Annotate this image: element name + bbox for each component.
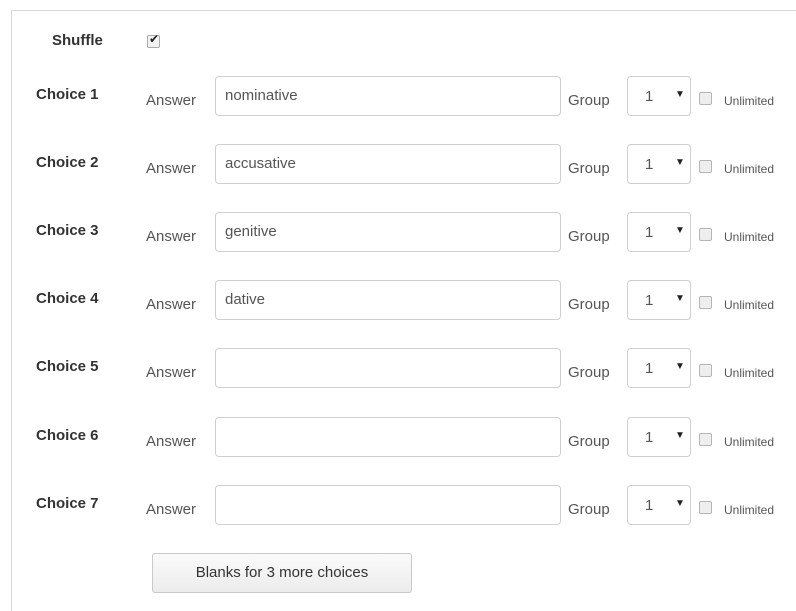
group-value: 1 — [645, 292, 654, 309]
answer-label: Answer — [146, 433, 197, 450]
caret-down-icon: ▼ — [675, 157, 685, 168]
choice-label: Choice 4 — [36, 290, 99, 307]
caret-down-icon: ▼ — [675, 225, 685, 236]
choice-row: Choice 4 Answer dative Group 1 ▼ Unlimit… — [0, 280, 796, 324]
answer-label: Answer — [146, 296, 197, 313]
choice-label: Choice 1 — [36, 86, 99, 103]
unlimited-label: Unlimited — [724, 503, 775, 517]
caret-down-icon: ▼ — [675, 430, 685, 441]
unlimited-checkbox[interactable] — [699, 228, 712, 241]
group-value: 1 — [645, 429, 654, 446]
group-label: Group — [568, 92, 610, 109]
group-label: Group — [568, 228, 610, 245]
answer-label: Answer — [146, 92, 197, 109]
group-select[interactable]: 1 ▼ — [627, 417, 691, 457]
group-label: Group — [568, 364, 610, 381]
choice-row: Choice 7 Answer Group 1 ▼ Unlimited — [0, 485, 796, 529]
choice-row: Choice 1 Answer nominative Group 1 ▼ Unl… — [0, 76, 796, 120]
answer-input[interactable]: dative — [215, 280, 561, 320]
unlimited-checkbox[interactable] — [699, 296, 712, 309]
answer-input[interactable]: nominative — [215, 76, 561, 116]
caret-down-icon: ▼ — [675, 293, 685, 304]
unlimited-label: Unlimited — [724, 298, 775, 312]
group-select[interactable]: 1 ▼ — [627, 144, 691, 184]
choice-row: Choice 3 Answer genitive Group 1 ▼ Unlim… — [0, 212, 796, 256]
group-label: Group — [568, 433, 610, 450]
unlimited-label: Unlimited — [724, 435, 775, 449]
unlimited-label: Unlimited — [724, 162, 775, 176]
answer-input[interactable]: accusative — [215, 144, 561, 184]
caret-down-icon: ▼ — [675, 89, 685, 100]
group-value: 1 — [645, 497, 654, 514]
blanks-for-more-choices-button[interactable]: Blanks for 3 more choices — [152, 553, 412, 593]
answer-input[interactable] — [215, 348, 561, 388]
answer-label: Answer — [146, 228, 197, 245]
group-select[interactable]: 1 ▼ — [627, 212, 691, 252]
choice-label: Choice 6 — [36, 427, 99, 444]
answer-label: Answer — [146, 160, 197, 177]
group-value: 1 — [645, 224, 654, 241]
group-label: Group — [568, 501, 610, 518]
choice-row: Choice 6 Answer Group 1 ▼ Unlimited — [0, 417, 796, 461]
shuffle-checkbox[interactable]: ✔ — [147, 32, 160, 48]
unlimited-checkbox[interactable] — [699, 501, 712, 514]
answer-input[interactable]: genitive — [215, 212, 561, 252]
choice-row: Choice 5 Answer Group 1 ▼ Unlimited — [0, 348, 796, 392]
answer-input[interactable] — [215, 485, 561, 525]
shuffle-label: Shuffle — [52, 32, 103, 49]
group-label: Group — [568, 296, 610, 313]
group-label: Group — [568, 160, 610, 177]
group-select[interactable]: 1 ▼ — [627, 348, 691, 388]
caret-down-icon: ▼ — [675, 498, 685, 509]
choice-row: Choice 2 Answer accusative Group 1 ▼ Unl… — [0, 144, 796, 188]
unlimited-checkbox[interactable] — [699, 364, 712, 377]
choice-label: Choice 7 — [36, 495, 99, 512]
answer-label: Answer — [146, 501, 197, 518]
choice-label: Choice 5 — [36, 358, 99, 375]
unlimited-checkbox[interactable] — [699, 92, 712, 105]
checkmark-icon: ✔ — [149, 32, 160, 46]
group-select[interactable]: 1 ▼ — [627, 76, 691, 116]
group-value: 1 — [645, 156, 654, 173]
choice-label: Choice 3 — [36, 222, 99, 239]
answer-input[interactable] — [215, 417, 561, 457]
caret-down-icon: ▼ — [675, 361, 685, 372]
group-value: 1 — [645, 88, 654, 105]
unlimited-label: Unlimited — [724, 230, 775, 244]
unlimited-checkbox[interactable] — [699, 433, 712, 446]
choice-label: Choice 2 — [36, 154, 99, 171]
unlimited-checkbox[interactable] — [699, 160, 712, 173]
unlimited-label: Unlimited — [724, 94, 775, 108]
unlimited-label: Unlimited — [724, 366, 775, 380]
group-value: 1 — [645, 360, 654, 377]
answer-label: Answer — [146, 364, 197, 381]
group-select[interactable]: 1 ▼ — [627, 280, 691, 320]
group-select[interactable]: 1 ▼ — [627, 485, 691, 525]
